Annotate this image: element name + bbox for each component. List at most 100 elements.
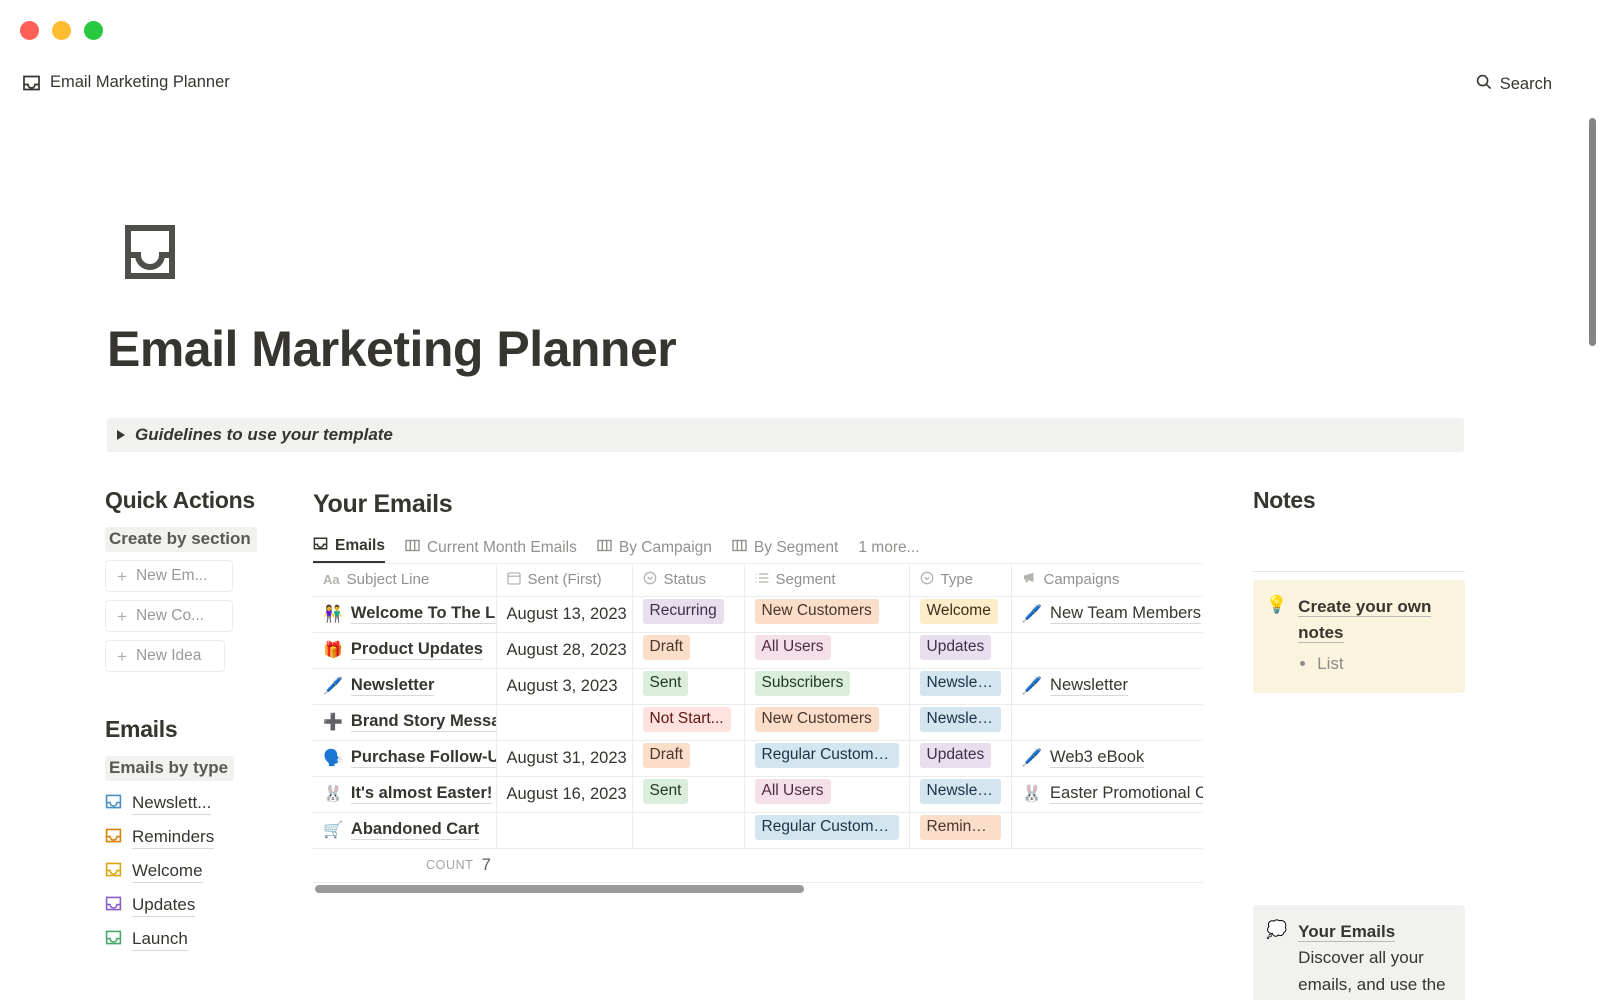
count-label: COUNT — [426, 858, 473, 872]
cell-type[interactable]: Newsletter — [909, 776, 1011, 812]
cell-status[interactable]: Draft — [632, 632, 744, 668]
column-header-status[interactable]: Status — [632, 564, 744, 596]
cell-campaigns[interactable] — [1011, 704, 1203, 740]
guidelines-toggle[interactable]: Guidelines to use your template — [107, 418, 1464, 452]
new-content-label: New Co... — [136, 607, 204, 625]
cell-subject-line[interactable]: 🖊️Newsletter — [313, 668, 496, 704]
tab-current-month-emails[interactable]: Current Month Emails — [405, 539, 577, 563]
cell-status[interactable]: Sent — [632, 668, 744, 704]
tab-by-segment[interactable]: By Segment — [732, 539, 838, 563]
cell-type-pill: Newsletter — [920, 671, 1001, 695]
more-views-button[interactable]: 1 more... — [858, 539, 919, 563]
search-button[interactable]: Search — [1476, 74, 1552, 95]
column-label: Type — [941, 571, 974, 588]
database-table: AaSubject Line Sent (First) Status Segme… — [313, 564, 1203, 849]
cell-sent-first[interactable]: August 31, 2023 — [496, 740, 632, 776]
cell-segment[interactable]: All Users — [744, 632, 909, 668]
cell-status[interactable]: Draft — [632, 740, 744, 776]
cell-status[interactable] — [632, 812, 744, 848]
callout-your-emails[interactable]: 💭 Your Emails Discover all your emails, … — [1253, 905, 1465, 1000]
cell-sent-first[interactable] — [496, 812, 632, 848]
cell-type[interactable]: Newsletter — [909, 704, 1011, 740]
cell-segment[interactable]: New Customers — [744, 704, 909, 740]
database-title: Your Emails — [313, 490, 1213, 519]
callout-create-your-own-notes[interactable]: 💡 Create your own notes List — [1253, 580, 1465, 693]
cell-segment[interactable]: Subscribers — [744, 668, 909, 704]
cell-subject-line[interactable]: ➕Brand Story Message — [313, 704, 496, 740]
scrollbar-thumb[interactable] — [315, 885, 804, 893]
sidebar-item-updates[interactable]: Updates — [105, 889, 295, 923]
cell-campaigns[interactable]: 🖊️Newsletter — [1011, 668, 1203, 704]
page-vertical-scrollbar[interactable] — [1589, 118, 1596, 346]
sidebar-item-newsletters[interactable]: Newslett... — [105, 787, 295, 821]
cell-sent-first[interactable]: August 13, 2023 — [496, 596, 632, 632]
cell-campaigns[interactable]: 🖊️Web3 eBook — [1011, 740, 1203, 776]
table-row[interactable]: 🗣️Purchase Follow-UpAugust 31, 2023Draft… — [313, 740, 1203, 776]
board-icon — [405, 539, 420, 557]
new-email-button[interactable]: + New Em... — [105, 560, 233, 592]
minimize-button[interactable] — [52, 21, 71, 40]
cell-status[interactable]: Recurring — [632, 596, 744, 632]
triangle-right-icon[interactable] — [117, 430, 125, 440]
sidebar-item-reminders[interactable]: Reminders — [105, 821, 295, 855]
column-header-type[interactable]: Type — [909, 564, 1011, 596]
cell-segment[interactable]: New Customers — [744, 596, 909, 632]
cell-status[interactable]: Not Start... — [632, 704, 744, 740]
cell-type[interactable]: Updates — [909, 740, 1011, 776]
cell-campaigns[interactable] — [1011, 632, 1203, 668]
page-content: Email Marketing Planner Guidelines to us… — [0, 112, 1560, 1000]
cell-segment[interactable]: Regular Custome... — [744, 812, 909, 848]
row-subject-label: It's almost Easter! — [351, 784, 492, 804]
maximize-button[interactable] — [84, 21, 103, 40]
table-row[interactable]: 🐰It's almost Easter!August 16, 2023SentA… — [313, 776, 1203, 812]
sidebar-item-launch[interactable]: Launch — [105, 923, 295, 957]
new-content-button[interactable]: + New Co... — [105, 600, 233, 632]
cell-segment[interactable]: All Users — [744, 776, 909, 812]
cell-campaigns[interactable]: 🐰Easter Promotional C — [1011, 776, 1203, 812]
cell-subject-line[interactable]: 🎁Product Updates — [313, 632, 496, 668]
close-button[interactable] — [20, 21, 39, 40]
table-horizontal-scrollbar[interactable] — [313, 885, 1203, 894]
column-header-campaigns[interactable]: Campaigns — [1011, 564, 1203, 596]
cell-type[interactable]: Updates — [909, 632, 1011, 668]
cell-sent-first[interactable] — [496, 704, 632, 740]
table-row[interactable]: 🎁Product UpdatesAugust 28, 2023Draft All … — [313, 632, 1203, 668]
campaign-label: New Team Members — [1050, 604, 1201, 624]
new-idea-button[interactable]: + New Idea — [105, 640, 225, 672]
cell-segment[interactable]: Regular Custome... — [744, 740, 909, 776]
column-header-segment[interactable]: Segment — [744, 564, 909, 596]
cell-type[interactable]: Reminder — [909, 812, 1011, 848]
cell-type[interactable]: Newsletter — [909, 668, 1011, 704]
callout-heading[interactable]: Your Emails — [1298, 922, 1395, 942]
tab-emails[interactable]: Emails — [313, 537, 385, 563]
table-row[interactable]: 🖊️NewsletterAugust 3, 2023SentSubscriber… — [313, 668, 1203, 704]
cell-subject-line[interactable]: 👫Welcome To The List — [313, 596, 496, 632]
table-row[interactable]: 👫Welcome To The ListAugust 13, 2023Recur… — [313, 596, 1203, 632]
sidebar-item-welcome[interactable]: Welcome — [105, 855, 295, 889]
cell-campaigns[interactable]: 🖊️New Team Members — [1011, 596, 1203, 632]
column-header-subject-line[interactable]: AaSubject Line — [313, 564, 496, 596]
table-row[interactable]: ➕Brand Story Message Not Start...New Cust… — [313, 704, 1203, 740]
column-header-sent-first[interactable]: Sent (First) — [496, 564, 632, 596]
cell-sent-first[interactable]: August 28, 2023 — [496, 632, 632, 668]
cell-campaigns[interactable] — [1011, 812, 1203, 848]
campaign-emoji-icon: 🐰 — [1022, 785, 1043, 804]
cell-sent-first[interactable]: August 16, 2023 — [496, 776, 632, 812]
cell-sent-first[interactable]: August 3, 2023 — [496, 668, 632, 704]
cell-type[interactable]: Welcome — [909, 596, 1011, 632]
table-row[interactable]: 🛒Abandoned Cart Regular Custome...Reminde… — [313, 812, 1203, 848]
callout-heading[interactable]: Create your own notes — [1298, 597, 1431, 643]
page-hero-icon[interactable] — [120, 222, 180, 282]
breadcrumb[interactable]: Email Marketing Planner — [22, 73, 230, 92]
new-idea-label: New Idea — [136, 647, 201, 665]
cell-segment-pill: New Customers — [755, 599, 879, 623]
cell-status[interactable]: Sent — [632, 776, 744, 812]
cell-subject-line[interactable]: 🐰It's almost Easter! — [313, 776, 496, 812]
database-table-scroll[interactable]: AaSubject Line Sent (First) Status Segme… — [313, 563, 1203, 849]
cell-subject-line[interactable]: 🗣️Purchase Follow-Up — [313, 740, 496, 776]
inbox-tray-icon — [22, 75, 41, 91]
tab-by-campaign[interactable]: By Campaign — [597, 539, 712, 563]
cell-subject-line[interactable]: 🛒Abandoned Cart — [313, 812, 496, 848]
notes-heading: Notes — [1253, 487, 1465, 514]
cell-segment-pill: All Users — [755, 635, 831, 659]
